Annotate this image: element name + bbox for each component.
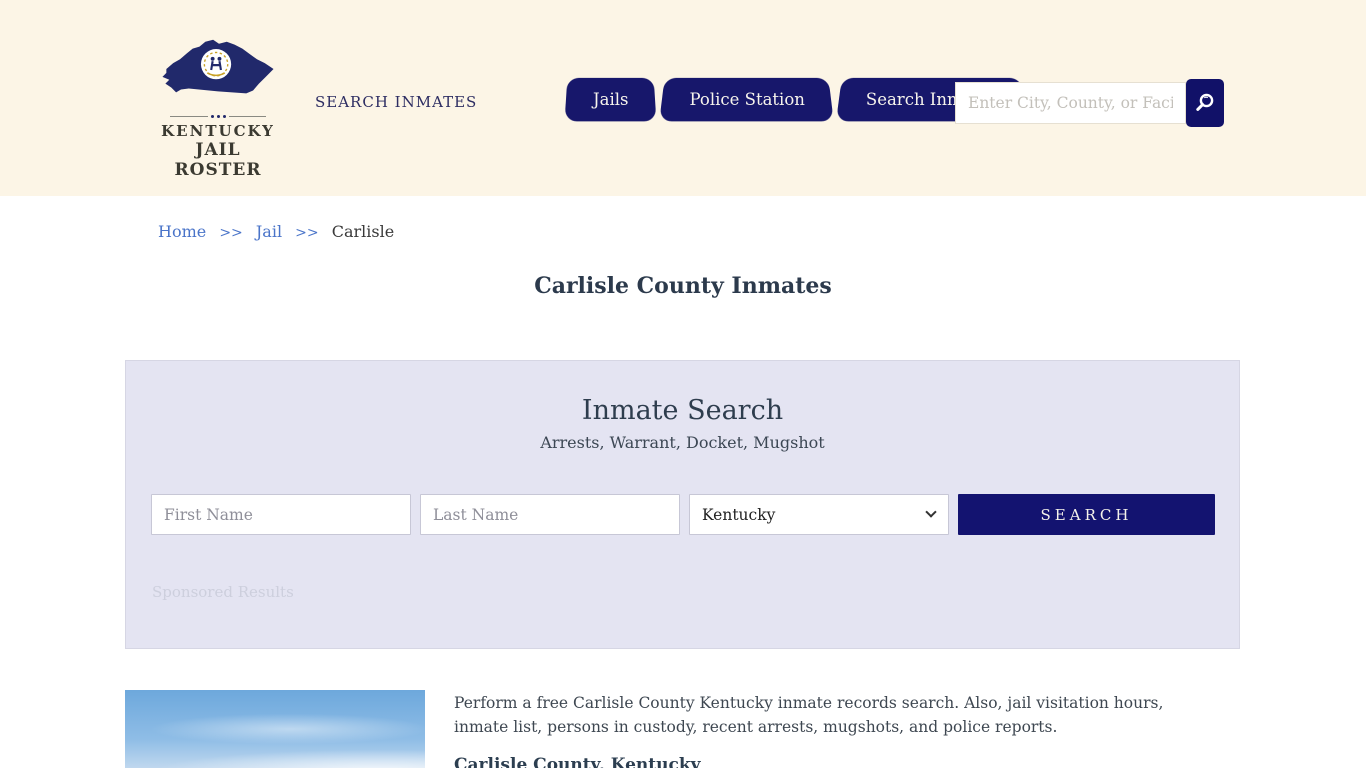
state-select[interactable]: Kentucky	[689, 494, 949, 535]
page: KENTUCKY JAIL ROSTER SEARCH INMATES Jail…	[0, 0, 1366, 768]
breadcrumb-separator: >>	[295, 225, 319, 241]
page-title: Carlisle County Inmates	[534, 273, 832, 299]
sponsored-results-label: Sponsored Results	[152, 583, 294, 601]
site-logo[interactable]: KENTUCKY JAIL ROSTER	[156, 32, 280, 180]
nav-jails-label: Jails	[593, 89, 629, 109]
search-icon	[1193, 90, 1217, 117]
facility-search-input[interactable]	[955, 82, 1186, 124]
logo-text-kentucky: KENTUCKY	[161, 122, 275, 140]
header-search	[955, 79, 1224, 127]
nav-police-station-label: Police Station	[689, 89, 805, 109]
nav-police-station-button[interactable]: Police Station	[662, 77, 831, 121]
county-photo-sky	[125, 690, 425, 768]
breadcrumb-home-link[interactable]: Home	[158, 222, 206, 241]
kentucky-state-seal-icon	[159, 39, 277, 112]
logo-text-jail-roster: JAIL ROSTER	[174, 140, 262, 180]
inmate-search-subheading: Arrests, Warrant, Docket, Mugshot	[540, 433, 825, 452]
site-header: KENTUCKY JAIL ROSTER SEARCH INMATES Jail…	[0, 0, 1366, 196]
county-section-heading: Carlisle County, Kentucky	[454, 755, 701, 768]
inmate-search-form: Kentucky SEARCH	[151, 494, 1216, 535]
inmate-search-heading: Inmate Search	[581, 395, 784, 426]
state-select-wrap: Kentucky	[689, 494, 949, 535]
search-submit-button[interactable]: SEARCH	[958, 494, 1215, 535]
header-search-button[interactable]	[1186, 79, 1224, 127]
breadcrumb-separator: >>	[219, 225, 243, 241]
inmate-search-panel: Inmate Search Arrests, Warrant, Docket, …	[125, 360, 1240, 649]
last-name-input[interactable]	[420, 494, 680, 535]
nav-jails-button[interactable]: Jails	[566, 77, 655, 121]
breadcrumb: Home >> Jail >> Carlisle	[158, 222, 394, 241]
logo-divider	[170, 115, 266, 118]
breadcrumb-jail-link[interactable]: Jail	[256, 222, 282, 241]
intro-paragraph: Perform a free Carlisle County Kentucky …	[454, 694, 1164, 736]
first-name-input[interactable]	[151, 494, 411, 535]
header-tagline: SEARCH INMATES	[315, 93, 478, 111]
breadcrumb-current: Carlisle	[331, 222, 395, 241]
